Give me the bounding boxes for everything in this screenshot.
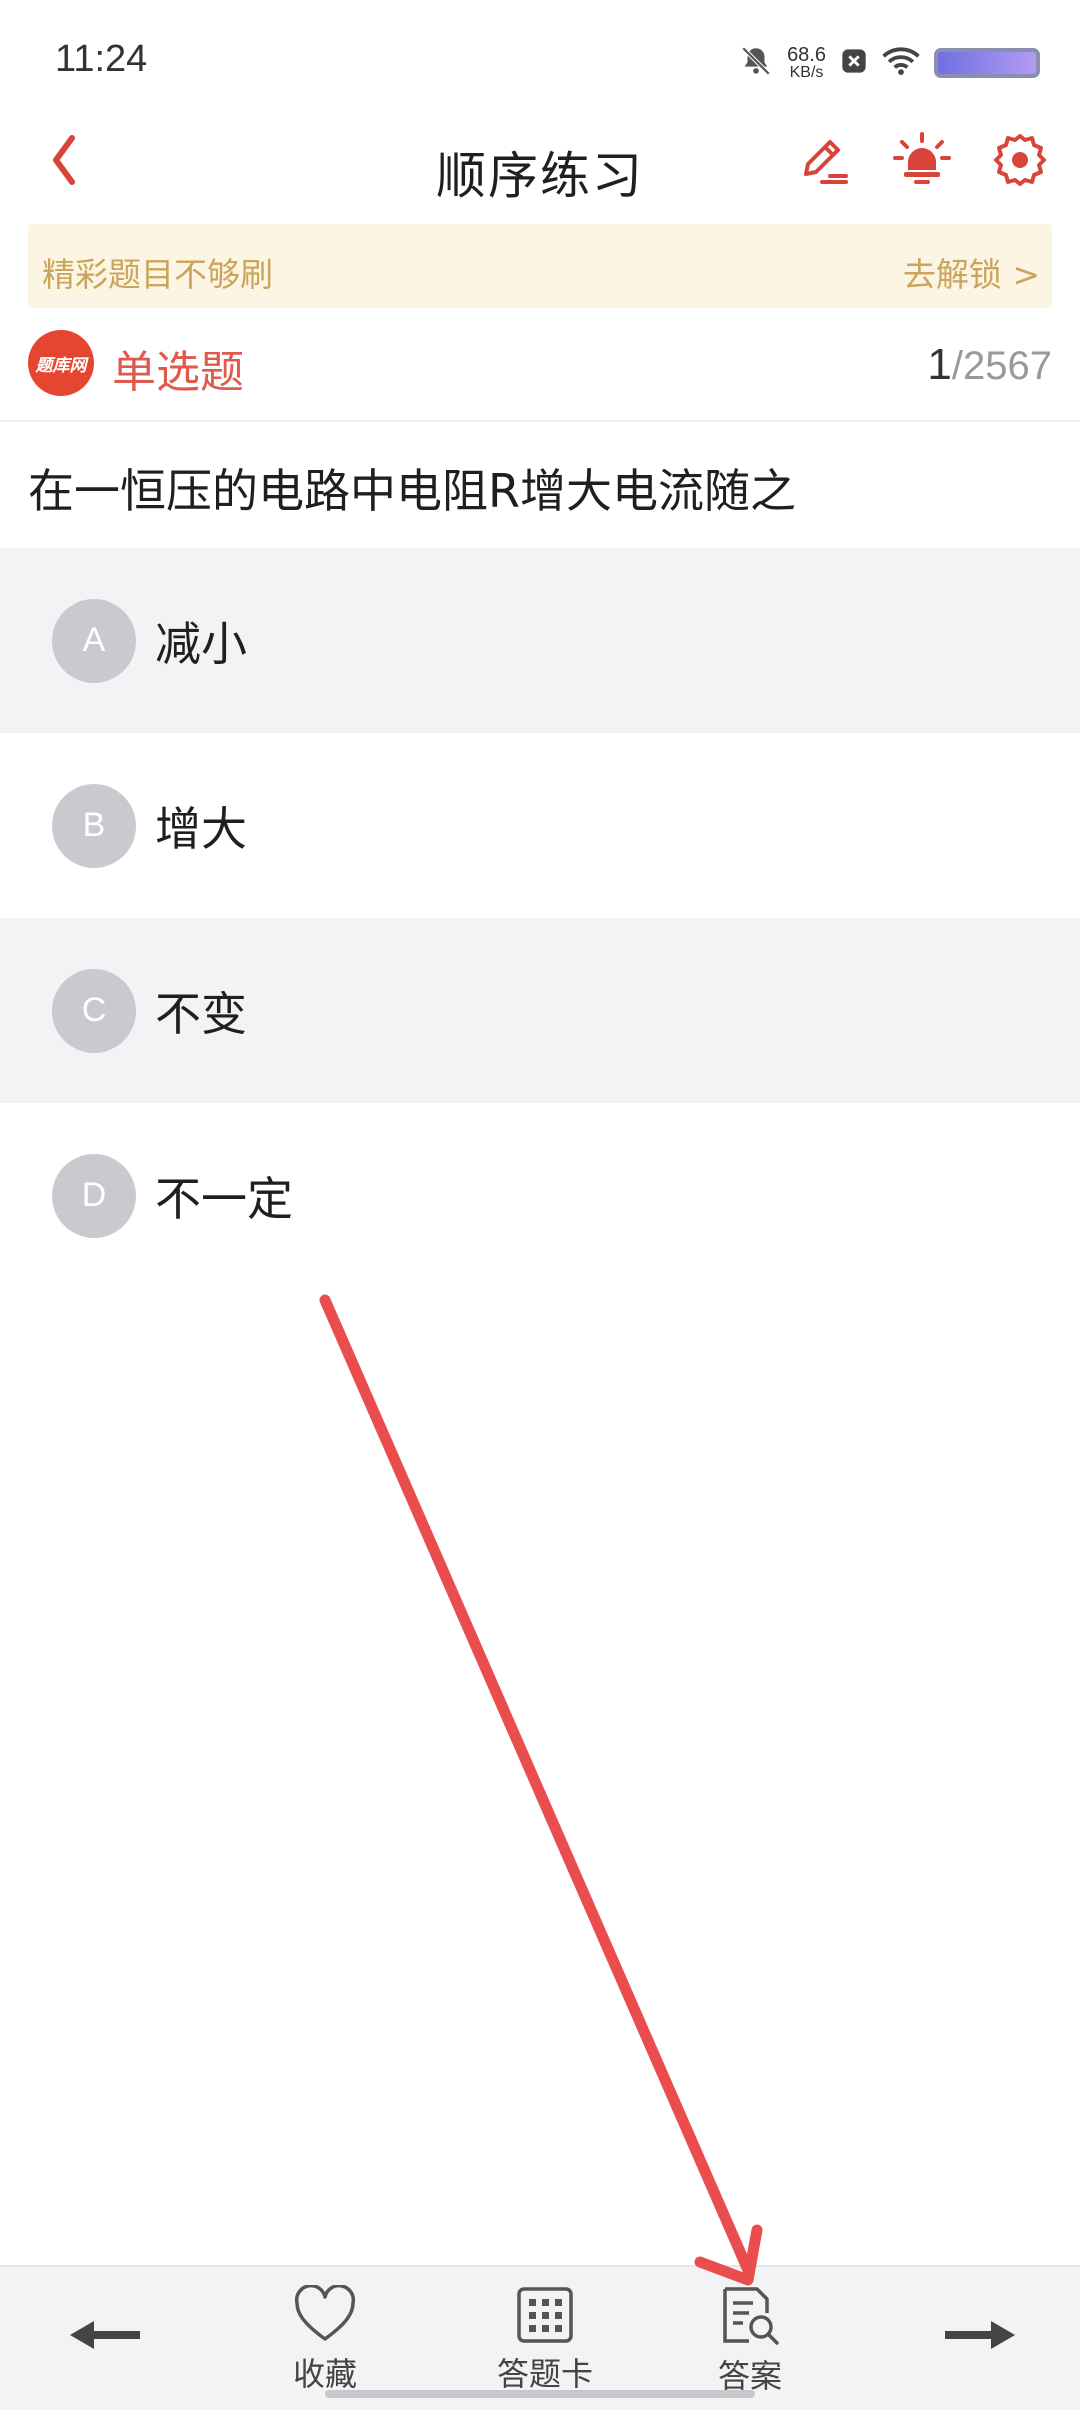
- app-logo: 题库网: [28, 330, 94, 396]
- net-speed-value: 68.6: [787, 44, 826, 66]
- question-current: 1: [927, 340, 952, 389]
- answer-button[interactable]: 答案: [695, 2285, 805, 2397]
- option-b-text: 增大: [155, 801, 247, 856]
- wifi-icon: [882, 46, 920, 80]
- home-indicator[interactable]: [325, 2390, 755, 2398]
- answer-card-button[interactable]: 答题卡: [480, 2285, 610, 2395]
- answer-card-label: 答题卡: [496, 2355, 593, 2393]
- option-b-letter: B: [52, 783, 136, 868]
- promo-text: 精彩题目不够刷: [42, 255, 273, 294]
- lightbulb-icon: [893, 132, 951, 184]
- option-b[interactable]: B 增大: [0, 733, 1080, 918]
- arrow-right-icon: [945, 2321, 1015, 2349]
- next-question-button[interactable]: [935, 2305, 1025, 2365]
- settings-button[interactable]: [990, 130, 1050, 190]
- close-box-icon: [840, 47, 868, 79]
- grid-icon: [517, 2287, 573, 2343]
- edit-button[interactable]: [792, 130, 852, 190]
- favorite-label: 收藏: [292, 2355, 357, 2393]
- question-counter: 1/2567: [927, 340, 1052, 390]
- lightbulb-button[interactable]: [892, 130, 952, 190]
- question-text: 在一恒压的电路中电阻R增大电流随之: [28, 464, 796, 518]
- favorite-button[interactable]: 收藏: [270, 2285, 380, 2395]
- app-logo-text: 题库网: [35, 355, 87, 376]
- document-search-icon: [723, 2287, 779, 2345]
- status-time: 11:24: [55, 38, 148, 80]
- status-icons: 68.6 KB/s: [739, 38, 1040, 88]
- option-c-text: 不变: [155, 986, 247, 1041]
- question-type-label: 单选题: [112, 347, 244, 398]
- net-speed: 68.6 KB/s: [787, 45, 826, 81]
- option-a-text: 减小: [155, 616, 247, 671]
- option-a[interactable]: A 减小: [0, 548, 1080, 733]
- option-a-letter: A: [52, 598, 136, 683]
- net-speed-unit: KB/s: [789, 64, 824, 81]
- question-total: /2567: [951, 344, 1052, 388]
- option-d[interactable]: D 不一定: [0, 1103, 1080, 1288]
- gear-icon: [994, 134, 1046, 186]
- battery-icon: [934, 48, 1040, 78]
- option-d-letter: D: [52, 1153, 136, 1238]
- mute-bell-icon: [739, 44, 773, 82]
- unlock-link[interactable]: 去解锁 >: [903, 248, 1040, 296]
- option-d-text: 不一定: [155, 1171, 293, 1226]
- edit-pen-icon: [804, 140, 848, 184]
- option-c[interactable]: C 不变: [0, 918, 1080, 1103]
- arrow-left-icon: [70, 2321, 140, 2349]
- option-c-letter: C: [52, 968, 136, 1053]
- previous-question-button[interactable]: [60, 2305, 150, 2365]
- heart-icon: [294, 2285, 356, 2341]
